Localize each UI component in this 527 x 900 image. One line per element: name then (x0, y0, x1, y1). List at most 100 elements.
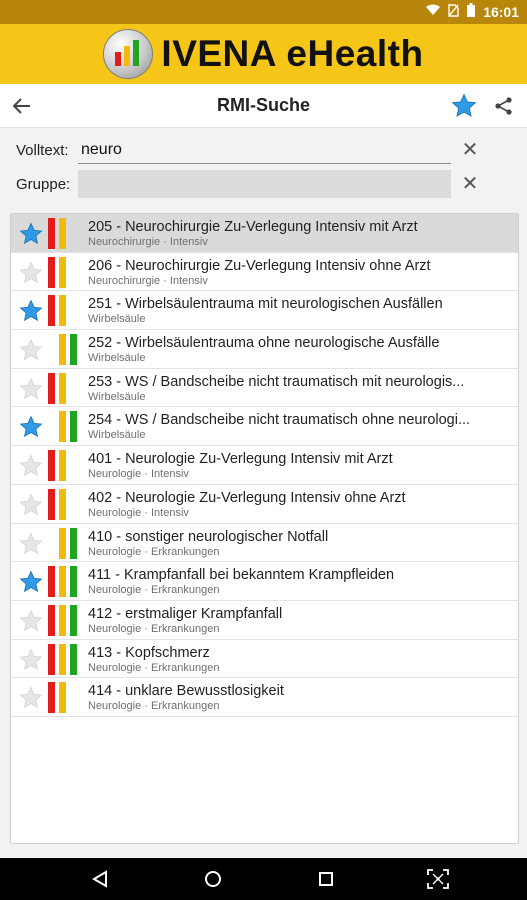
priority-bar-yellow (59, 682, 66, 714)
nav-home-icon (205, 871, 221, 887)
list-item-category: Wirbelsäule (88, 313, 146, 326)
star-filled-icon[interactable] (19, 570, 43, 594)
list-item-title: 205 - Neurochirurgie Zu-Verlegung Intens… (88, 219, 418, 235)
nav-back-icon (92, 870, 107, 888)
priority-bar-red (48, 643, 55, 675)
list-item[interactable]: 402 - Neurologie Zu-Verlegung Intensiv o… (11, 485, 518, 524)
nav-recents-button[interactable] (312, 866, 340, 892)
list-item[interactable]: 410 - sonstiger neurologischer Notfall Ne… (11, 524, 518, 563)
list-item-title: 412 - erstmaliger Krampfanfall (88, 605, 283, 622)
status-time: 16:01 (483, 3, 519, 20)
priority-bar-yellow (59, 334, 66, 366)
list-item[interactable]: 401 - Neurologie Zu-Verlegung Intensiv m… (11, 446, 518, 485)
priority-bar-green (70, 643, 77, 675)
status-icons: 16:01 (426, 3, 519, 20)
priority-bar-red (48, 566, 55, 598)
nav-home-button[interactable] (199, 866, 227, 892)
volltext-input[interactable] (78, 136, 451, 164)
gruppe-label: Gruppe: (16, 176, 71, 193)
list-item[interactable]: 412 - erstmaliger Krampfanfall Neurologie… (11, 601, 518, 640)
list-item-text: 414 - unklare Bewusstlosigkeit Neurologie… (88, 682, 512, 713)
list-item[interactable]: 414 - unklare Bewusstlosigkeit Neurologie… (11, 678, 518, 717)
list-item-text: 402 - Neurologie Zu-Verlegung Intensiv o… (88, 489, 512, 520)
list-item[interactable]: 253 - WS / Bandscheibe nicht traumatisch… (11, 369, 518, 408)
list-item[interactable]: 254 - WS / Bandscheibe nicht traumatisch… (11, 407, 518, 447)
result-list: 205 - Neurochirurgie Zu-Verlegung Intens… (10, 213, 519, 844)
list-item-category: Neurochirurgie · Intensiv (88, 274, 208, 287)
share-icon (495, 97, 512, 115)
list-item-title: 253 - WS / Bandscheibe nicht traumatisch… (88, 373, 465, 390)
priority-bar-red (48, 488, 55, 520)
list-item[interactable]: 413 - Kopfschmerz Neurologie · Erkrankung… (11, 640, 518, 679)
volltext-clear-button[interactable]: ✕ (458, 137, 482, 161)
priority-bar-green (70, 334, 77, 366)
screen-capture-button[interactable] (424, 866, 452, 892)
gruppe-input[interactable] (78, 170, 451, 198)
nav-back-button[interactable] (86, 866, 114, 892)
battery-icon (467, 3, 476, 20)
star-outline-icon[interactable] (19, 532, 43, 556)
list-item-title: 402 - Neurologie Zu-Verlegung Intensiv o… (88, 489, 406, 506)
list-item-title: 254 - WS / Bandscheibe nicht traumatisch… (88, 412, 471, 429)
star-outline-icon[interactable] (19, 338, 43, 362)
list-item-category: Wirbelsäule (88, 390, 146, 403)
priority-bar-green (70, 604, 77, 636)
list-item-text: 401 - Neurologie Zu-Verlegung Intensiv m… (88, 450, 512, 481)
list-item[interactable]: 206 - Neurochirurgie Zu-Verlegung Intens… (11, 253, 518, 292)
priority-bar-red (48, 682, 55, 714)
priority-bar-red (48, 450, 55, 482)
list-item-title: 206 - Neurochirurgie Zu-Verlegung Intens… (88, 257, 431, 274)
list-item[interactable]: 252 - Wirbelsäulentrauma ohne neurologis… (11, 330, 518, 369)
star-outline-icon[interactable] (19, 648, 43, 672)
status-bar: 16:01 (0, 0, 527, 24)
list-item-category: Wirbelsäule (88, 429, 146, 442)
star-outline-icon[interactable] (19, 686, 43, 710)
star-outline-icon[interactable] (19, 493, 43, 517)
list-item-title: 401 - Neurologie Zu-Verlegung Intensiv m… (88, 451, 393, 468)
share-button[interactable] (489, 91, 519, 121)
list-item[interactable]: 251 - Wirbelsäulentrauma mit neurologisc… (11, 291, 518, 331)
priority-bar-yellow (59, 604, 66, 636)
list-item-text: 206 - Neurochirurgie Zu-Verlegung Intens… (88, 257, 512, 288)
priority-bar-yellow (59, 372, 66, 404)
list-item[interactable]: 411 - Krampfanfall bei bekanntem Krampfl… (11, 562, 518, 601)
star-outline-icon[interactable] (19, 609, 43, 633)
priority-bar-green (70, 566, 77, 598)
list-item-category: Neurologie · Erkrankungen (88, 700, 220, 713)
list-item-text: 410 - sonstiger neurologischer Notfall Ne… (88, 528, 512, 559)
priority-bar-yellow (59, 527, 66, 559)
system-nav-bar (0, 858, 527, 900)
gruppe-row: Gruppe: ✕ (0, 168, 527, 200)
priority-bar-yellow (59, 218, 66, 249)
volltext-label: Volltext: (16, 142, 69, 159)
list-item-category: Neurologie · Erkrankungen (88, 584, 220, 597)
star-filled-icon[interactable] (19, 415, 43, 439)
priority-bar-yellow (59, 411, 66, 443)
list-item-category: Neurochirurgie · Intensiv (88, 236, 208, 248)
priority-bar-red (48, 218, 55, 249)
list-item-text: 411 - Krampfanfall bei bekanntem Krampfl… (88, 566, 512, 597)
list-item-title: 413 - Kopfschmerz (88, 644, 210, 661)
brand-bar: IVENA eHealth (0, 24, 527, 84)
priority-bar-red (48, 256, 55, 288)
priority-bar-yellow (59, 256, 66, 288)
screen-capture-icon (427, 869, 449, 889)
priority-bar-yellow (59, 295, 66, 327)
gruppe-clear-button[interactable]: ✕ (458, 171, 482, 195)
priority-bar-yellow (59, 643, 66, 675)
list-item[interactable]: 205 - Neurochirurgie Zu-Verlegung Intens… (11, 214, 518, 253)
close-icon: ✕ (461, 138, 479, 161)
priority-bar-red (48, 604, 55, 636)
volltext-row: Volltext: ✕ (0, 134, 527, 166)
list-item-text: 252 - Wirbelsäulentrauma ohne neurologis… (88, 334, 512, 365)
favorite-toggle-button[interactable] (449, 91, 479, 121)
star-outline-icon[interactable] (19, 454, 43, 478)
star-outline-icon[interactable] (19, 377, 43, 401)
star-filled-icon[interactable] (19, 222, 43, 246)
star-filled-icon[interactable] (19, 299, 43, 323)
list-item-text: 253 - WS / Bandscheibe nicht traumatisch… (88, 373, 512, 404)
star-outline-icon[interactable] (19, 261, 43, 285)
no-sim-icon (448, 3, 459, 20)
list-item-text: 413 - Kopfschmerz Neurologie · Erkrankung… (88, 644, 512, 675)
priority-bar-red (48, 295, 55, 327)
